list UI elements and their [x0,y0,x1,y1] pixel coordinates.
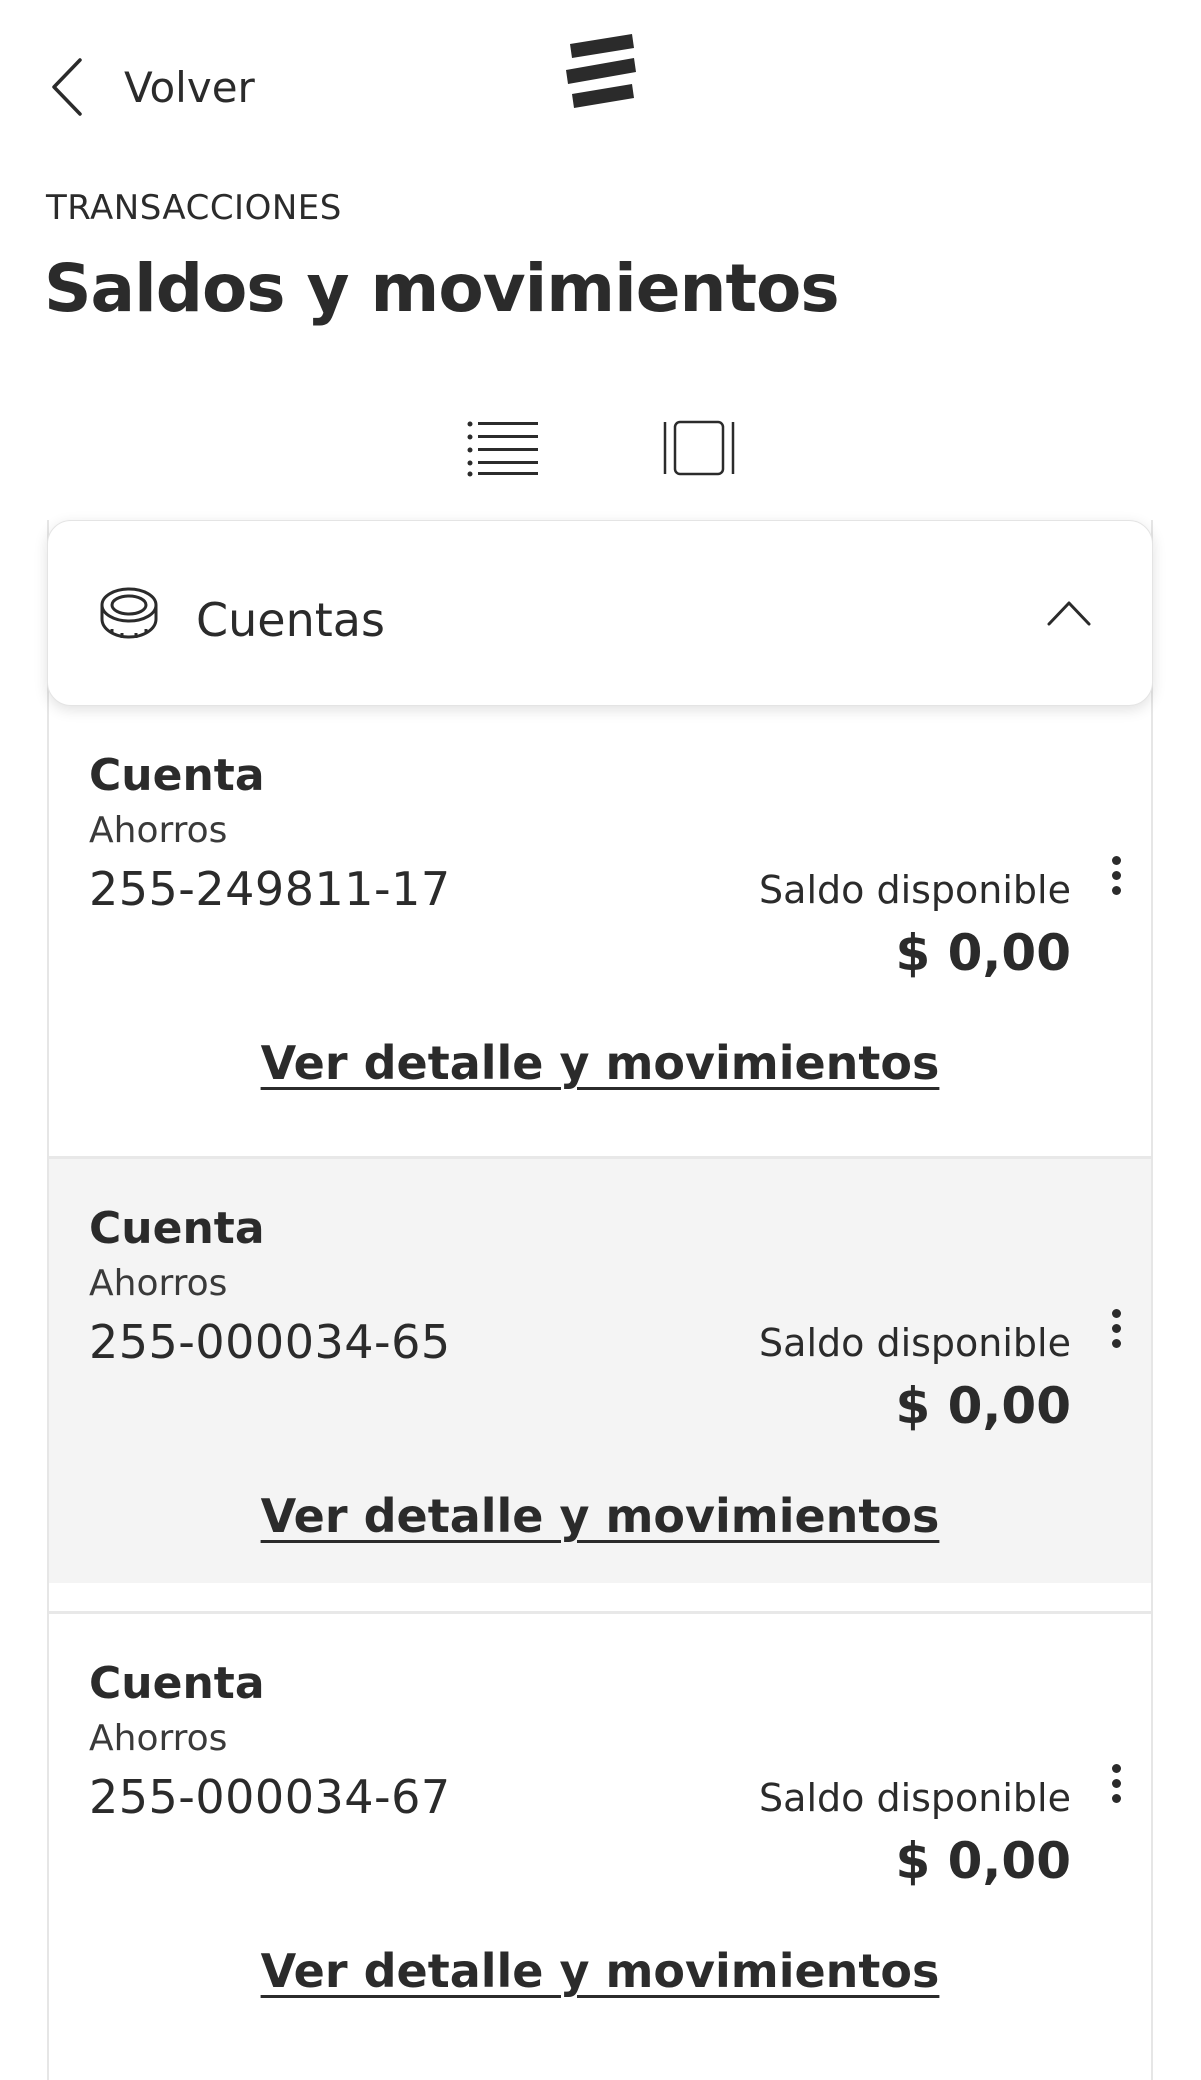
account-title: Cuenta [89,1658,265,1709]
more-options-icon[interactable] [1101,856,1131,906]
account-type: Ahorros [89,810,228,851]
card-view-icon[interactable] [662,418,736,482]
coin-icon [98,583,160,647]
bancolombia-logo-icon [562,30,642,114]
section-eyebrow: TRANSACCIONES [46,188,342,228]
account-title: Cuenta [89,1203,265,1254]
back-label: Volver [124,62,255,112]
account-card: Cuenta Ahorros 255-249811-17 Saldo dispo… [49,706,1151,1156]
back-button[interactable]: Volver [50,52,255,122]
view-details-label: Ver detalle y movimientos [260,1489,940,1543]
top-bar: Volver [0,0,1201,170]
balance-amount: $ 0,00 [895,1832,1071,1890]
account-card: Cuenta Ahorros 255-000034-67 Saldo dispo… [49,1614,1151,2048]
page-title: Saldos y movimientos [44,250,840,327]
chevron-up-icon[interactable] [1046,599,1092,631]
view-details-link[interactable]: Ver detalle y movimientos [49,1489,1151,1543]
balance-label: Saldo disponible [759,868,1071,912]
view-details-link[interactable]: Ver detalle y movimientos [49,1944,1151,1998]
more-options-icon[interactable] [1101,1764,1131,1814]
account-type: Ahorros [89,1263,228,1304]
balance-label: Saldo disponible [759,1321,1071,1365]
balance-amount: $ 0,00 [895,924,1071,982]
balance-label: Saldo disponible [759,1776,1071,1820]
chevron-left-icon [52,58,82,116]
account-number: 255-249811-17 [89,862,451,916]
account-number: 255-000034-67 [89,1770,451,1824]
account-number: 255-000034-65 [89,1315,451,1369]
more-options-icon[interactable] [1101,1309,1131,1359]
account-type: Ahorros [89,1718,228,1759]
accounts-section-header[interactable]: Cuentas [47,520,1153,706]
balance-amount: $ 0,00 [895,1377,1071,1435]
account-card: Cuenta Ahorros 255-000034-65 Saldo dispo… [49,1159,1151,1583]
view-details-label: Ver detalle y movimientos [260,1036,940,1090]
view-details-label: Ver detalle y movimientos [260,1944,940,1998]
list-view-icon[interactable] [466,418,540,482]
account-title: Cuenta [89,750,265,801]
accounts-section-title: Cuentas [196,593,385,647]
view-details-link[interactable]: Ver detalle y movimientos [49,1036,1151,1090]
